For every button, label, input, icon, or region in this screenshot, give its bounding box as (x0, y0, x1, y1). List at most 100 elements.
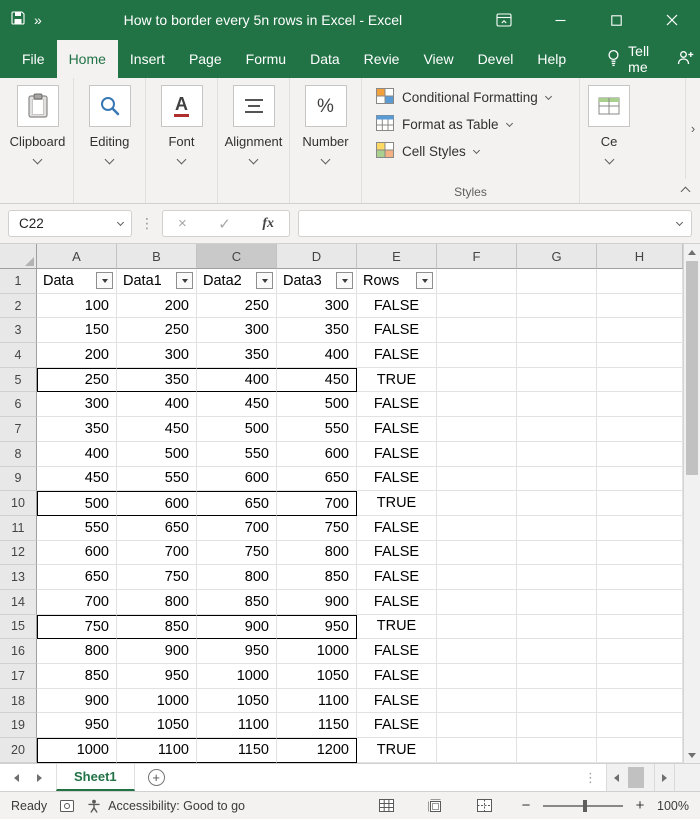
cell-f15[interactable] (437, 614, 517, 640)
sheet-tab-sheet1[interactable]: Sheet1 (56, 764, 135, 791)
vertical-scrollbar[interactable] (683, 244, 700, 763)
cell-a1[interactable]: Data (37, 269, 117, 294)
cells-group-button[interactable]: Ce (580, 78, 638, 203)
cell-c14[interactable]: 850 (197, 589, 277, 615)
cell-c3[interactable]: 300 (197, 318, 277, 344)
cell-g10[interactable] (517, 491, 597, 516)
cell-h7[interactable] (597, 417, 683, 442)
maximize-button[interactable] (588, 0, 644, 40)
zoom-out-button[interactable]: − (520, 797, 532, 814)
cell-c8[interactable]: 550 (197, 441, 277, 467)
scroll-up-button[interactable] (684, 244, 700, 260)
cell-c20[interactable]: 1150 (197, 738, 277, 763)
filter-button[interactable] (176, 272, 193, 290)
scroll-down-button[interactable] (684, 747, 700, 763)
column-header-a[interactable]: A (37, 244, 117, 269)
cell-b2[interactable]: 200 (117, 293, 197, 319)
cell-h11[interactable] (597, 515, 683, 541)
row-header-12[interactable]: 12 (0, 540, 37, 566)
cell-d10[interactable]: 700 (277, 491, 357, 516)
row-header-11[interactable]: 11 (0, 515, 37, 541)
cell-h18[interactable] (597, 688, 683, 714)
row-header-14[interactable]: 14 (0, 589, 37, 615)
column-header-b[interactable]: B (117, 244, 197, 269)
cell-h16[interactable] (597, 639, 683, 664)
cell-b9[interactable]: 550 (117, 466, 197, 492)
cell-a2[interactable]: 100 (37, 293, 117, 319)
cell-c12[interactable]: 750 (197, 540, 277, 566)
cell-h3[interactable] (597, 318, 683, 344)
column-header-d[interactable]: D (277, 244, 357, 269)
zoom-in-button[interactable]: + (634, 797, 646, 814)
column-header-f[interactable]: F (437, 244, 517, 269)
cell-e11[interactable]: FALSE (357, 515, 437, 541)
format-as-table-button[interactable]: Format as Table (372, 111, 516, 138)
row-header-3[interactable]: 3 (0, 318, 37, 344)
cell-g19[interactable] (517, 713, 597, 739)
cell-a3[interactable]: 150 (37, 318, 117, 344)
cell-c2[interactable]: 250 (197, 293, 277, 319)
cell-f12[interactable] (437, 540, 517, 566)
cell-h5[interactable] (597, 367, 683, 393)
cell-e4[interactable]: FALSE (357, 343, 437, 368)
cell-d5[interactable]: 450 (277, 367, 357, 393)
cell-f17[interactable] (437, 664, 517, 689)
clipboard-group-button[interactable]: Clipboard (2, 78, 74, 203)
cell-c11[interactable]: 700 (197, 515, 277, 541)
cell-a16[interactable]: 800 (37, 639, 117, 664)
cell-e1[interactable]: Rows (357, 269, 437, 294)
cell-b11[interactable]: 650 (117, 515, 197, 541)
row-header-17[interactable]: 17 (0, 664, 37, 689)
cell-g11[interactable] (517, 515, 597, 541)
cell-b13[interactable]: 750 (117, 565, 197, 590)
cell-d16[interactable]: 1000 (277, 639, 357, 664)
row-header-20[interactable]: 20 (0, 738, 37, 763)
cell-a6[interactable]: 300 (37, 392, 117, 418)
cell-a7[interactable]: 350 (37, 417, 117, 442)
menu-tab-page[interactable]: Page (177, 40, 234, 78)
cell-a20[interactable]: 1000 (37, 738, 117, 763)
scroll-right-button[interactable] (654, 764, 674, 791)
editing-group-button[interactable]: Editing (74, 78, 146, 203)
horizontal-scroll-track[interactable] (626, 764, 654, 791)
cell-e7[interactable]: FALSE (357, 417, 437, 442)
enter-button[interactable]: ✓ (218, 215, 231, 233)
cell-a5[interactable]: 250 (37, 367, 117, 393)
number-group-button[interactable]: % Number (290, 78, 362, 203)
cell-b15[interactable]: 850 (117, 614, 197, 640)
cell-a14[interactable]: 700 (37, 589, 117, 615)
cell-f3[interactable] (437, 318, 517, 344)
cell-c7[interactable]: 500 (197, 417, 277, 442)
row-header-6[interactable]: 6 (0, 392, 37, 418)
cell-f9[interactable] (437, 466, 517, 492)
column-header-g[interactable]: G (517, 244, 597, 269)
menu-tab-insert[interactable]: Insert (118, 40, 177, 78)
zoom-slider-thumb[interactable] (583, 799, 587, 812)
tell-me-button[interactable]: Tell me (594, 40, 661, 78)
row-header-1[interactable]: 1 (0, 269, 37, 294)
next-sheet-button[interactable] (37, 773, 42, 782)
cell-c17[interactable]: 1000 (197, 664, 277, 689)
column-header-h[interactable]: H (597, 244, 683, 269)
cell-g6[interactable] (517, 392, 597, 418)
cell-f7[interactable] (437, 417, 517, 442)
menu-tab-data[interactable]: Data (298, 40, 352, 78)
cancel-button[interactable]: × (178, 215, 187, 232)
insert-function-button[interactable]: fx (262, 216, 274, 232)
cell-c10[interactable]: 650 (197, 491, 277, 516)
cell-d4[interactable]: 400 (277, 343, 357, 368)
cell-a15[interactable]: 750 (37, 614, 117, 640)
cell-f2[interactable] (437, 293, 517, 319)
cell-g12[interactable] (517, 540, 597, 566)
cell-e2[interactable]: FALSE (357, 293, 437, 319)
select-all-button[interactable] (0, 244, 37, 269)
cell-f13[interactable] (437, 565, 517, 590)
row-header-15[interactable]: 15 (0, 614, 37, 640)
cell-d14[interactable]: 900 (277, 589, 357, 615)
name-box[interactable]: C22 (8, 210, 132, 237)
ribbon-display-options-button[interactable] (476, 0, 532, 40)
cell-d17[interactable]: 1050 (277, 664, 357, 689)
menu-tab-revie[interactable]: Revie (352, 40, 412, 78)
cell-d3[interactable]: 350 (277, 318, 357, 344)
cell-b17[interactable]: 950 (117, 664, 197, 689)
